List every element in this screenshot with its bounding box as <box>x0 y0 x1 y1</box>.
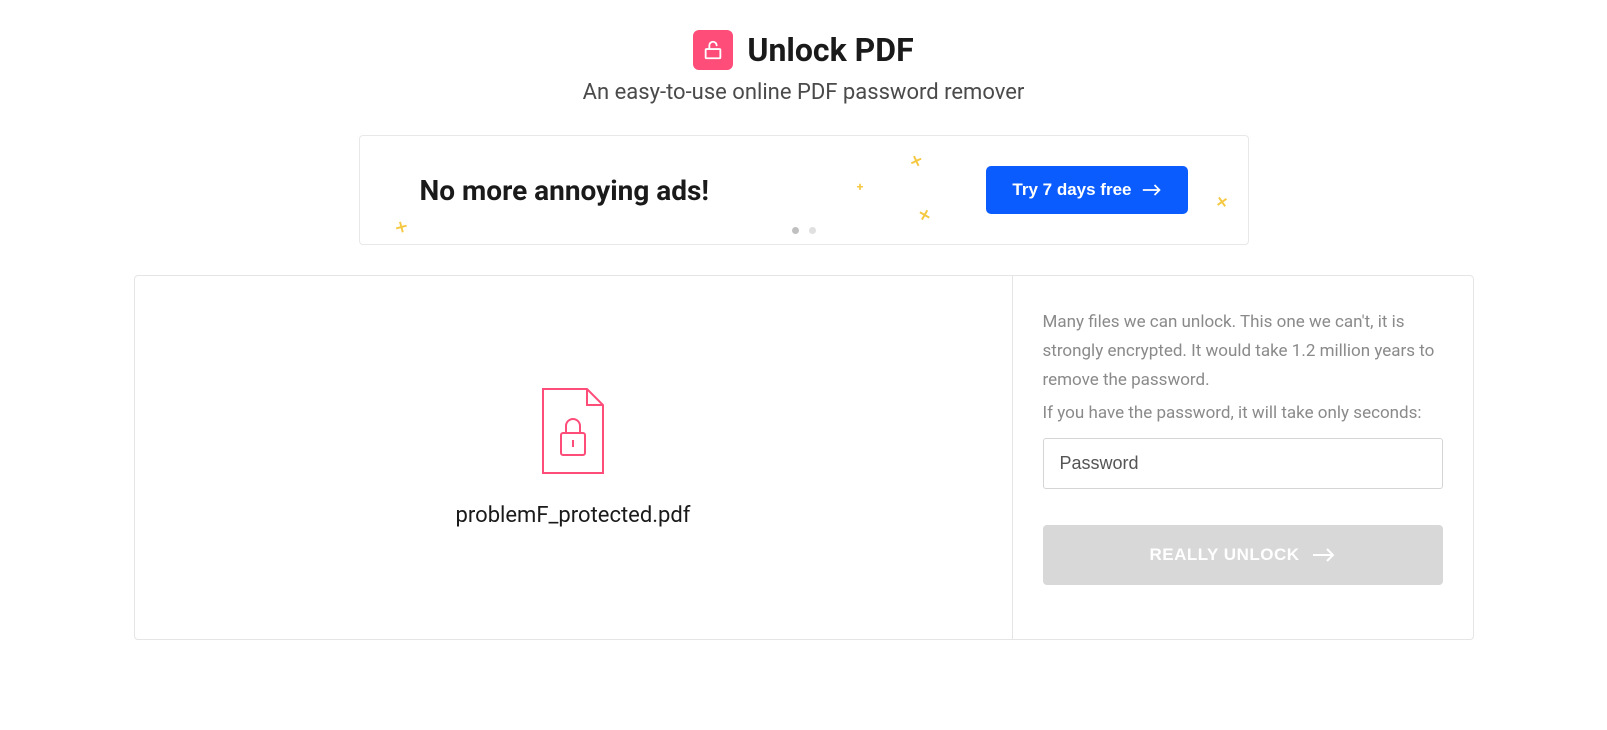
sparkle-decoration: ✕ <box>908 152 924 171</box>
sparkle-decoration: ✕ <box>1214 194 1228 212</box>
try-free-label: Try 7 days free <box>1012 180 1131 200</box>
encryption-info-text: Many files we can unlock. This one we ca… <box>1043 308 1443 395</box>
sparkle-decoration: ✕ <box>391 218 409 238</box>
main-panel: problemF_protected.pdf Many files we can… <box>134 275 1474 640</box>
carousel-dot[interactable] <box>792 227 799 234</box>
page-title: Unlock PDF <box>747 31 913 69</box>
sparkle-decoration: + <box>857 180 864 194</box>
promo-headline: No more annoying ads! <box>420 174 710 207</box>
unlock-button-label: REALLY UNLOCK <box>1149 545 1299 565</box>
arrow-right-icon <box>1142 183 1162 197</box>
file-preview-area: problemF_protected.pdf <box>135 276 1013 639</box>
carousel-dots <box>792 227 816 234</box>
unlock-icon <box>693 30 733 70</box>
carousel-dot[interactable] <box>809 227 816 234</box>
sparkle-decoration: ✕ <box>917 207 932 225</box>
password-input[interactable] <box>1043 438 1443 489</box>
locked-file-icon <box>537 387 609 479</box>
action-panel: Many files we can unlock. This one we ca… <box>1013 276 1473 639</box>
password-prompt-text: If you have the password, it will take o… <box>1043 399 1443 428</box>
page-header: Unlock PDF An easy-to-use online PDF pas… <box>134 30 1474 105</box>
promo-banner: ✕ + ✕ ✕ ✕ No more annoying ads! Try 7 da… <box>359 135 1249 245</box>
unlock-button[interactable]: REALLY UNLOCK <box>1043 525 1443 585</box>
arrow-right-icon <box>1312 547 1336 563</box>
file-name: problemF_protected.pdf <box>456 503 691 528</box>
try-free-button[interactable]: Try 7 days free <box>986 166 1187 214</box>
page-subtitle: An easy-to-use online PDF password remov… <box>134 80 1474 105</box>
